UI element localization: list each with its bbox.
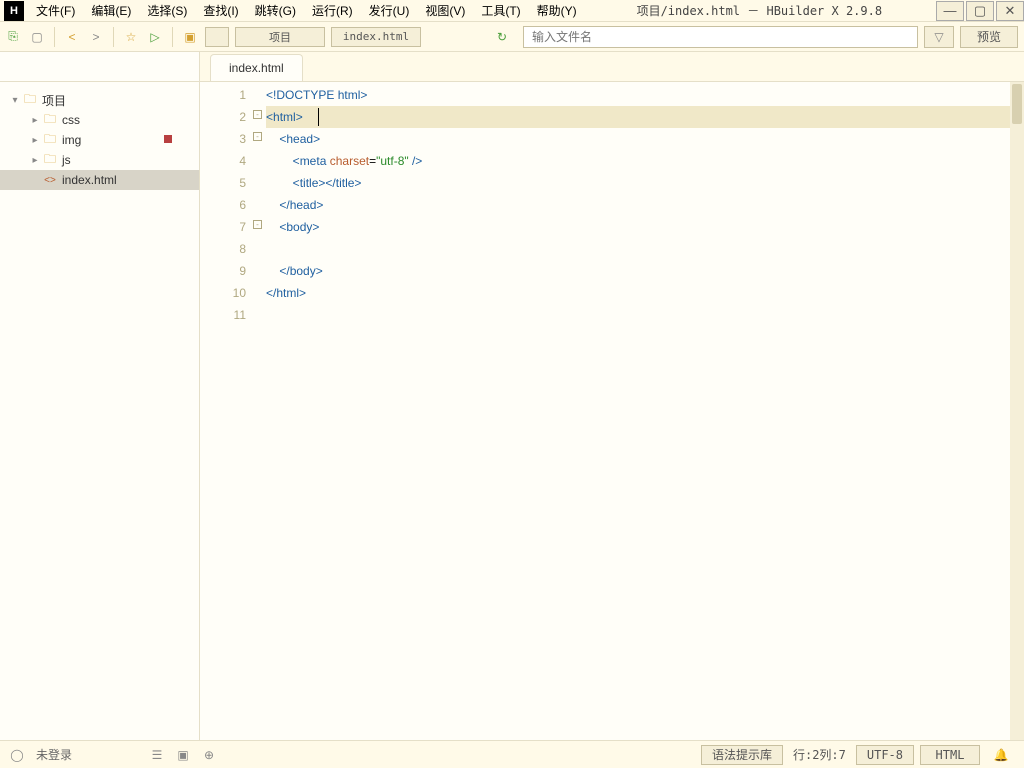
menu-item[interactable]: 运行(R) xyxy=(304,0,361,22)
bookmark-icon[interactable] xyxy=(164,135,172,143)
window-title: 项目/index.html － HBuilder X 2.9.8 xyxy=(585,2,934,19)
toolbar: ⎘ ▢ < > ☆ ▷ ▣ 项目 index.html ↻ ▽ 预览 xyxy=(0,22,1024,52)
search-input[interactable] xyxy=(523,26,918,48)
menu-item[interactable]: 编辑(E) xyxy=(83,0,139,22)
folder-icon[interactable]: ▣ xyxy=(181,28,199,46)
cursor-position: 行:2列:7 xyxy=(789,746,850,763)
menu-item[interactable]: 跳转(G) xyxy=(247,0,304,22)
sidebar-tabs xyxy=(0,52,199,82)
tree-root-label: 项目 xyxy=(42,92,66,109)
scrollbar-thumb[interactable] xyxy=(1012,84,1022,124)
menu-item[interactable]: 选择(S) xyxy=(139,0,195,22)
login-status[interactable]: 未登录 xyxy=(36,746,72,763)
chevron-right-icon[interactable]: ▸ xyxy=(28,155,42,166)
star-icon[interactable]: ☆ xyxy=(122,28,140,46)
separator xyxy=(113,27,114,47)
folder-icon: 🗀 xyxy=(42,130,58,151)
tree-root[interactable]: ▾ 🗀 项目 xyxy=(0,90,199,110)
main-area: ▾ 🗀 项目 ▸🗀css▸🗀img▸🗀js<>index.html index.… xyxy=(0,52,1024,740)
menu-bar: 文件(F)编辑(E)选择(S)查找(I)跳转(G)运行(R)发行(U)视图(V)… xyxy=(28,0,585,22)
close-button[interactable]: ✕ xyxy=(996,1,1024,21)
menu-item[interactable]: 发行(U) xyxy=(361,0,418,22)
folder-icon: 🗀 xyxy=(42,110,58,131)
code-lines[interactable]: <!DOCTYPE html><html> <head> <meta chars… xyxy=(252,82,1024,740)
menu-item[interactable]: 查找(I) xyxy=(195,0,246,22)
breadcrumb-file[interactable]: index.html xyxy=(331,27,421,47)
menu-item[interactable]: 文件(F) xyxy=(28,0,83,22)
chevron-down-icon[interactable]: ▾ xyxy=(8,95,22,106)
html-file-icon: <> xyxy=(42,175,58,186)
filter-button[interactable]: ▽ xyxy=(924,26,954,48)
fold-icon[interactable]: - xyxy=(253,220,262,229)
tab-index-html[interactable]: index.html xyxy=(210,54,303,81)
bell-icon[interactable]: 🔔 xyxy=(986,748,1016,762)
separator xyxy=(172,27,173,47)
gutter: 12-3-4567-891011 xyxy=(200,82,252,740)
folder-icon: 🗀 xyxy=(42,150,58,171)
tree-folder[interactable]: ▸🗀 css xyxy=(0,110,199,130)
maximize-button[interactable]: ▢ xyxy=(966,1,994,21)
syntax-hint-button[interactable]: 语法提示库 xyxy=(701,745,783,765)
user-icon[interactable]: ◯ xyxy=(8,746,26,764)
titlebar: H 文件(F)编辑(E)选择(S)查找(I)跳转(G)运行(R)发行(U)视图(… xyxy=(0,0,1024,22)
tree-folder[interactable]: ▸🗀 js xyxy=(0,150,199,170)
language-button[interactable]: HTML xyxy=(920,745,980,765)
folder-open-icon: 🗀 xyxy=(22,90,38,111)
code-area[interactable]: 12-3-4567-891011 <!DOCTYPE html><html> <… xyxy=(200,82,1024,740)
menu-item[interactable]: 帮助(Y) xyxy=(529,0,585,22)
chevron-right-icon[interactable]: ▸ xyxy=(28,115,42,126)
fold-icon[interactable]: - xyxy=(253,110,262,119)
chevron-right-icon[interactable]: ▸ xyxy=(28,135,42,146)
tree-label: css xyxy=(62,113,80,127)
separator xyxy=(54,27,55,47)
terminal-icon[interactable]: ▣ xyxy=(174,746,192,764)
forward-icon[interactable]: > xyxy=(87,28,105,46)
vertical-scrollbar[interactable] xyxy=(1010,82,1024,740)
tree-label: js xyxy=(62,153,71,167)
breadcrumb-project[interactable]: 项目 xyxy=(235,27,325,47)
breadcrumb-spacer xyxy=(205,27,229,47)
editor-tabs: index.html xyxy=(200,52,1024,82)
encoding-button[interactable]: UTF-8 xyxy=(856,745,914,765)
locate-icon[interactable]: ↻ xyxy=(493,28,511,46)
tree-file[interactable]: <> index.html xyxy=(0,170,199,190)
run-icon[interactable]: ▷ xyxy=(146,28,164,46)
editor-area: index.html 12-3-4567-891011 <!DOCTYPE ht… xyxy=(200,52,1024,740)
tree-label: img xyxy=(62,133,81,147)
window-controls: — ▢ ✕ xyxy=(934,1,1024,21)
new-file-icon[interactable]: ⎘ xyxy=(4,28,22,46)
menu-item[interactable]: 视图(V) xyxy=(417,0,473,22)
minimize-button[interactable]: — xyxy=(936,1,964,21)
list-icon[interactable]: ☰ xyxy=(148,746,166,764)
preview-button[interactable]: 预览 xyxy=(960,26,1018,48)
sidebar: ▾ 🗀 项目 ▸🗀css▸🗀img▸🗀js<>index.html xyxy=(0,52,200,740)
tree-label: index.html xyxy=(62,173,117,187)
back-icon[interactable]: < xyxy=(63,28,81,46)
statusbar: ◯ 未登录 ☰ ▣ ⊕ 语法提示库 行:2列:7 UTF-8 HTML 🔔 xyxy=(0,740,1024,768)
fold-icon[interactable]: - xyxy=(253,132,262,141)
save-icon[interactable]: ▢ xyxy=(28,28,46,46)
app-icon: H xyxy=(4,1,24,21)
menu-item[interactable]: 工具(T) xyxy=(473,0,528,22)
browser-icon[interactable]: ⊕ xyxy=(200,746,218,764)
